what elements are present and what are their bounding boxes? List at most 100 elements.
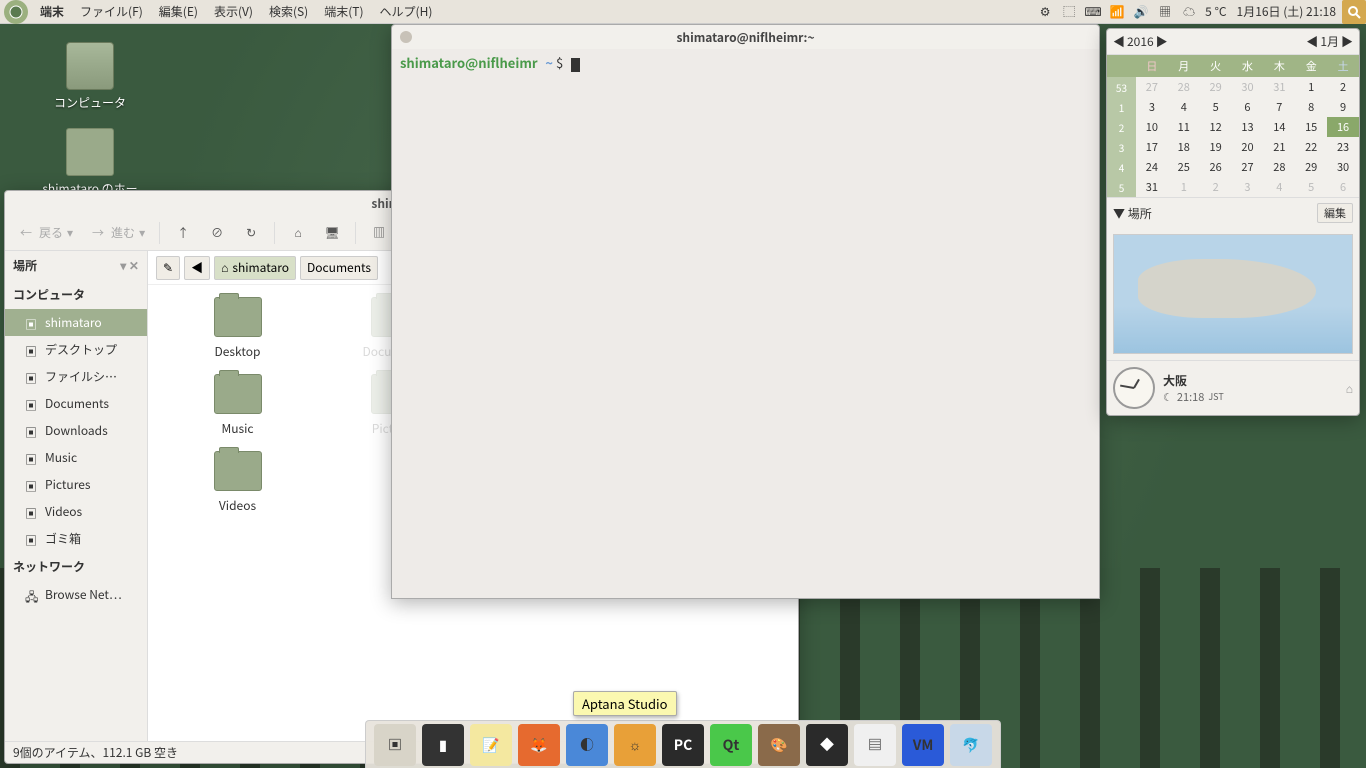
- calendar-day[interactable]: 4: [1263, 177, 1295, 197]
- dock-item-files[interactable]: ▣: [374, 724, 416, 766]
- dock-item-mysql[interactable]: 🐬: [950, 724, 992, 766]
- terminal-titlebar[interactable]: shimataro@niflheimr:~: [392, 25, 1099, 49]
- calendar-day[interactable]: 1: [1168, 177, 1200, 197]
- calendar-day[interactable]: 21: [1263, 137, 1295, 157]
- calendar-day[interactable]: 24: [1136, 157, 1168, 177]
- menu-view[interactable]: 表示(V): [206, 3, 261, 20]
- terminal-content[interactable]: shimataro@niflheimr ~ $: [392, 49, 1099, 598]
- calendar-day[interactable]: 27: [1136, 77, 1168, 97]
- tray-icon[interactable]: ⬚: [1059, 2, 1079, 22]
- menu-edit[interactable]: 編集(E): [151, 3, 206, 20]
- keyboard-icon[interactable]: ⌨: [1083, 2, 1103, 22]
- calendar-day[interactable]: 10: [1136, 117, 1168, 137]
- workspace-icon[interactable]: ▦: [1155, 2, 1175, 22]
- calendar-day[interactable]: 20: [1232, 137, 1264, 157]
- dock-item-gimp[interactable]: 🎨: [758, 724, 800, 766]
- sidebar-item[interactable]: ▣Downloads: [5, 417, 147, 444]
- world-map[interactable]: [1113, 234, 1353, 354]
- sidebar-item[interactable]: ▣ゴミ箱: [5, 525, 147, 552]
- pathbar-back-button[interactable]: ◀: [184, 256, 210, 280]
- menu-file[interactable]: ファイル(F): [72, 3, 151, 20]
- calendar-day[interactable]: 14: [1263, 117, 1295, 137]
- sidebar-item[interactable]: ▣shimataro: [5, 309, 147, 336]
- tb-button[interactable]: ▥: [364, 219, 394, 247]
- sidebar-item[interactable]: ▣Videos: [5, 498, 147, 525]
- calendar-day[interactable]: 31: [1136, 177, 1168, 197]
- sidebar-item[interactable]: ▣ファイルシ…: [5, 363, 147, 390]
- calendar-day[interactable]: 17: [1136, 137, 1168, 157]
- calendar-day[interactable]: 9: [1327, 97, 1359, 117]
- dock-item-chrome[interactable]: ◐: [566, 724, 608, 766]
- home-icon[interactable]: ⌂: [1346, 380, 1353, 397]
- calendar-day[interactable]: 11: [1168, 117, 1200, 137]
- calendar-day[interactable]: 25: [1168, 157, 1200, 177]
- edit-button[interactable]: 編集: [1317, 203, 1353, 223]
- month-nav[interactable]: ◀ 1月 ▶: [1306, 33, 1353, 50]
- folder-item[interactable]: Music: [160, 374, 315, 437]
- window-button-icon[interactable]: [400, 31, 412, 43]
- stop-button[interactable]: ⊘: [202, 219, 232, 247]
- calendar-day[interactable]: 3: [1232, 177, 1264, 197]
- dock-item-qt[interactable]: Qt: [710, 724, 752, 766]
- calendar-day[interactable]: 27: [1232, 157, 1264, 177]
- menu-terminal[interactable]: 端末(T): [316, 3, 371, 20]
- calendar-day[interactable]: 28: [1263, 157, 1295, 177]
- calendar-day[interactable]: 22: [1295, 137, 1327, 157]
- calendar-day[interactable]: 23: [1327, 137, 1359, 157]
- calendar-day[interactable]: 13: [1232, 117, 1264, 137]
- back-button[interactable]: ← 戻る ▾: [11, 219, 79, 247]
- calendar-day[interactable]: 3: [1136, 97, 1168, 117]
- calendar-day[interactable]: 30: [1327, 157, 1359, 177]
- sidebar-item[interactable]: ▣Music: [5, 444, 147, 471]
- tray-icon[interactable]: ⚙: [1035, 2, 1055, 22]
- home-button[interactable]: ⌂: [283, 219, 313, 247]
- calendar-day[interactable]: 19: [1200, 137, 1232, 157]
- folder-item[interactable]: Videos: [160, 451, 315, 514]
- calendar-day[interactable]: 29: [1295, 157, 1327, 177]
- calendar-day[interactable]: 1: [1295, 77, 1327, 97]
- calendar-day[interactable]: 30: [1232, 77, 1264, 97]
- dock-item-inkscape[interactable]: ◆: [806, 724, 848, 766]
- sidebar-item[interactable]: ▣Documents: [5, 390, 147, 417]
- pathbar-next[interactable]: Documents: [300, 256, 378, 280]
- calendar-day[interactable]: 5: [1295, 177, 1327, 197]
- dock-item-vbox[interactable]: VM: [902, 724, 944, 766]
- calendar-day[interactable]: 12: [1200, 117, 1232, 137]
- calendar-day[interactable]: 6: [1327, 177, 1359, 197]
- calendar-day[interactable]: 2: [1200, 177, 1232, 197]
- forward-button[interactable]: → 進む ▾: [83, 219, 151, 247]
- calendar-day[interactable]: 6: [1232, 97, 1264, 117]
- sidebar-item[interactable]: 🖧Browse Net…: [5, 581, 147, 608]
- dock-item-terminal[interactable]: ▮: [422, 724, 464, 766]
- clock[interactable]: 1月16日 (土) 21:18: [1231, 3, 1342, 20]
- calendar-day[interactable]: 28: [1168, 77, 1200, 97]
- desktop-computer-icon[interactable]: コンピュータ: [40, 42, 140, 111]
- menu-help[interactable]: ヘルプ(H): [372, 3, 441, 20]
- search-button[interactable]: [1342, 0, 1366, 24]
- network-icon[interactable]: 📶: [1107, 2, 1127, 22]
- dock-item-firefox[interactable]: 🦊: [518, 724, 560, 766]
- calendar-day[interactable]: 5: [1200, 97, 1232, 117]
- calendar-day[interactable]: 2: [1327, 77, 1359, 97]
- calendar-day[interactable]: 29: [1200, 77, 1232, 97]
- pathbar-current[interactable]: ⌂ shimataro: [214, 256, 296, 280]
- dock-item-libreoffice[interactable]: ▤: [854, 724, 896, 766]
- calendar-day[interactable]: 31: [1263, 77, 1295, 97]
- calendar-day[interactable]: 4: [1168, 97, 1200, 117]
- folder-item[interactable]: Desktop: [160, 297, 315, 360]
- weather-temp[interactable]: 5 °C: [1201, 3, 1230, 20]
- year-nav[interactable]: ◀ 2016 ▶: [1113, 33, 1168, 50]
- menu-search[interactable]: 検索(S): [261, 3, 316, 20]
- dock-item-aptana[interactable]: ☼: [614, 724, 656, 766]
- dock-item-notes[interactable]: 📝: [470, 724, 512, 766]
- start-menu-icon[interactable]: [4, 0, 28, 24]
- sidebar-item[interactable]: ▣デスクトップ: [5, 336, 147, 363]
- calendar-day[interactable]: 18: [1168, 137, 1200, 157]
- sidebar-item[interactable]: ▣Pictures: [5, 471, 147, 498]
- up-button[interactable]: ↑: [168, 219, 198, 247]
- calendar-day[interactable]: 26: [1200, 157, 1232, 177]
- reload-button[interactable]: ↻: [236, 219, 266, 247]
- volume-icon[interactable]: 🔊: [1131, 2, 1151, 22]
- computer-button[interactable]: 🖥: [317, 219, 347, 247]
- dock-item-pycharm[interactable]: PC: [662, 724, 704, 766]
